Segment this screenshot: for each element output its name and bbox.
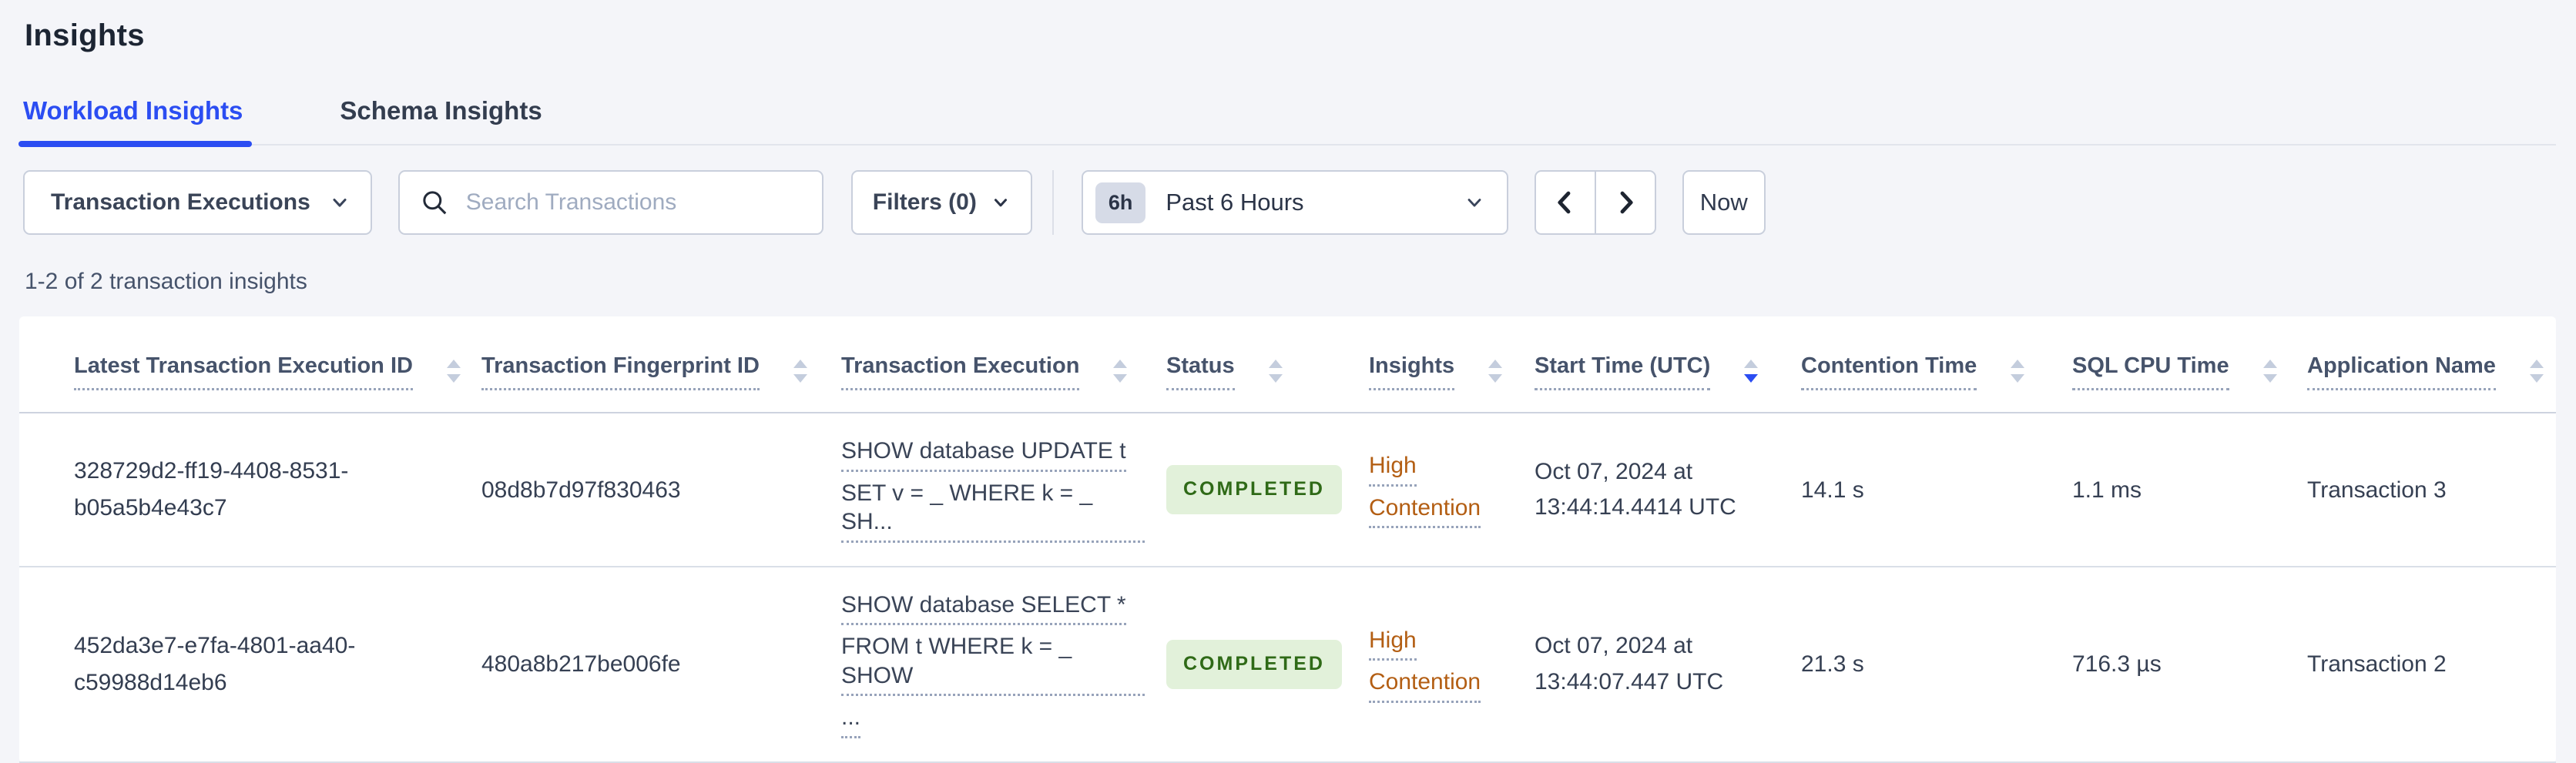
insights-page: Insights Workload Insights Schema Insigh… [0,0,2576,763]
insight-link[interactable]: High Contention [1369,451,1513,528]
sort-icon[interactable] [446,360,461,383]
fingerprint-id: 480a8b217be006fe [481,651,681,678]
column-header-sql-cpu-time[interactable]: SQL CPU Time [2072,316,2307,414]
statement-link[interactable]: SHOW database SELECT * FROM t WHERE k = … [841,591,1145,738]
statement-link[interactable]: SHOW database UPDATE t SET v = _ WHERE k… [841,437,1145,543]
chevron-right-icon [1620,191,1633,214]
search-input[interactable] [464,189,803,216]
toolbar: Transaction Executions Filters (0) 6h Pa… [23,170,2556,235]
status-badge: COMPLETED [1166,640,1342,689]
sort-icon[interactable] [2262,360,2277,383]
filters-button-label: Filters (0) [872,189,977,215]
time-range-label: Past 6 Hours [1166,189,1304,216]
execution-id: 452da3e7-e7fa-4801-aa40-c59988d14eb6 [74,632,356,695]
contention-time: 21.3 s [1801,651,1864,678]
now-button[interactable]: Now [1682,170,1766,235]
application-name: Transaction 2 [2307,651,2447,678]
column-header-status[interactable]: Status [1166,316,1369,414]
sort-icon[interactable] [2529,360,2544,383]
sql-cpu-time: 716.3 µs [2072,651,2162,678]
status-badge: COMPLETED [1166,465,1342,514]
tab-workload-insights[interactable]: Workload Insights [18,96,253,147]
start-time: Oct 07, 2024 at 13:44:07.447 UTC [1535,633,1724,694]
sort-icon[interactable] [793,360,807,383]
chevron-down-icon [1467,199,1481,207]
column-header-contention-time[interactable]: Contention Time [1801,316,2072,414]
column-header-fingerprint-id[interactable]: Transaction Fingerprint ID [481,316,841,414]
time-prev-button[interactable] [1534,170,1596,235]
view-type-select-label: Transaction Executions [51,189,310,215]
chevron-down-icon [333,198,347,207]
sort-icon[interactable] [1268,360,1283,383]
table-row: 452da3e7-e7fa-4801-aa40-c59988d14eb6 480… [19,566,2556,763]
results-summary: 1-2 of 2 transaction insights [25,269,307,294]
view-type-select[interactable]: Transaction Executions [23,170,372,235]
search-icon [423,191,447,215]
time-next-button[interactable] [1594,170,1656,235]
sort-icon-active-desc[interactable] [1744,360,1759,383]
time-range-select[interactable]: 6h Past 6 Hours [1081,170,1508,235]
application-name: Transaction 3 [2307,477,2447,503]
search-box[interactable] [397,170,823,235]
sort-icon[interactable] [1488,360,1503,383]
insight-link[interactable]: High Contention [1369,626,1513,703]
start-time: Oct 07, 2024 at 13:44:14.4414 UTC [1535,458,1736,520]
column-header-start-time[interactable]: Start Time (UTC) [1535,316,1801,414]
tab-schema-insights[interactable]: Schema Insights [340,96,545,144]
column-header-insights[interactable]: Insights [1369,316,1535,414]
contention-time: 14.1 s [1801,477,1864,503]
insights-table-card: Latest Transaction Execution ID Transact… [19,316,2556,763]
time-pager [1534,170,1656,235]
transaction-insights-table: Latest Transaction Execution ID Transact… [19,316,2556,763]
column-header-application-name[interactable]: Application Name [2307,316,2556,414]
fingerprint-id: 08d8b7d97f830463 [481,477,681,503]
column-header-latest-execution-id[interactable]: Latest Transaction Execution ID [19,316,481,414]
sql-cpu-time: 1.1 ms [2072,477,2142,503]
filters-button[interactable]: Filters (0) [850,170,1032,235]
sort-icon[interactable] [2011,360,2025,383]
table-header-row: Latest Transaction Execution ID Transact… [19,316,2556,414]
time-range-badge: 6h [1095,182,1146,223]
execution-id: 328729d2-ff19-4408-8531-b05a5b4e43c7 [74,458,349,520]
table-row: 328729d2-ff19-4408-8531-b05a5b4e43c7 08d… [19,413,2556,567]
chevron-left-icon [1558,191,1571,214]
toolbar-divider [1052,170,1054,235]
chevron-down-icon [994,199,1007,207]
sort-icon[interactable] [1113,360,1128,383]
page-title: Insights [25,18,145,52]
tab-bar: Workload Insights Schema Insights [18,96,2556,147]
column-header-transaction-execution[interactable]: Transaction Execution [841,316,1166,414]
